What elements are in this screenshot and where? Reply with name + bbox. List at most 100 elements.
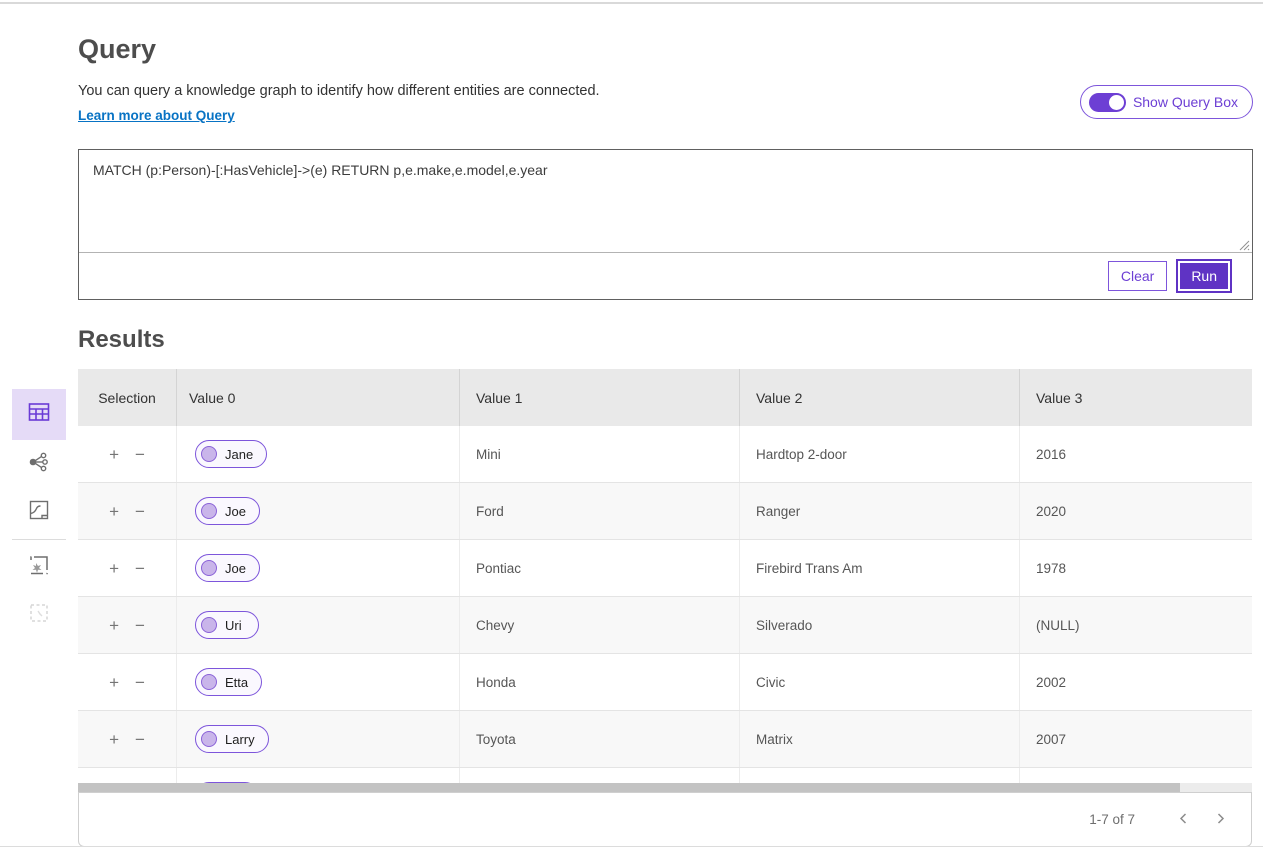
selection-cell: + −: [78, 597, 177, 653]
value1-cell: Mini: [460, 426, 740, 482]
page-title: Query: [78, 4, 1253, 65]
entity-cell: [177, 768, 460, 783]
link-chart-view-icon: [27, 450, 51, 479]
entity-name: Jane: [225, 447, 253, 462]
add-to-selection-button[interactable]: +: [109, 503, 119, 520]
horizontal-scrollbar[interactable]: [78, 783, 1252, 792]
value3-cell: 2016: [1020, 426, 1252, 482]
remove-from-selection-button[interactable]: −: [135, 503, 145, 520]
toggle-label: Show Query Box: [1133, 94, 1238, 110]
remove-from-selection-button[interactable]: −: [135, 674, 145, 691]
rail-divider: [12, 539, 66, 540]
query-page: Query You can query a knowledge graph to…: [0, 0, 1263, 847]
remove-from-selection-button[interactable]: −: [135, 446, 145, 463]
entity-node-icon: [201, 731, 217, 747]
value3-cell: (NULL): [1020, 597, 1252, 653]
previous-page-button[interactable]: [1169, 808, 1198, 832]
table-view-button[interactable]: [12, 389, 66, 440]
add-selection-to-map-button[interactable]: [12, 543, 66, 591]
main-content: Query You can query a knowledge graph to…: [78, 4, 1253, 847]
add-to-selection-button[interactable]: +: [109, 674, 119, 691]
table-row: + − Jane Mini Hardtop 2-door 2016: [78, 426, 1252, 483]
value2-cell: Matrix: [740, 711, 1020, 767]
entity-cell: Joe: [177, 540, 460, 596]
column-header-selection: Selection: [78, 369, 177, 426]
view-switcher-rail: [12, 389, 66, 639]
column-header-value0: Value 0: [177, 369, 460, 426]
entity-pill[interactable]: Etta: [195, 668, 262, 696]
value1-cell: Pontiac: [460, 540, 740, 596]
value2-cell: Hardtop 2-door: [740, 426, 1020, 482]
table-row: + −: [78, 768, 1252, 783]
entity-name: Joe: [225, 504, 246, 519]
selection-cell: + −: [78, 483, 177, 539]
value1-cell: Chevy: [460, 597, 740, 653]
value3-cell: 1978: [1020, 540, 1252, 596]
toggle-switch-icon[interactable]: [1089, 93, 1126, 112]
remove-from-selection-button[interactable]: −: [135, 731, 145, 748]
entity-node-icon: [201, 617, 217, 633]
run-button[interactable]: Run: [1178, 261, 1230, 291]
entity-node-icon: [201, 560, 217, 576]
entity-cell: Etta: [177, 654, 460, 710]
results-table-header: Selection Value 0 Value 1 Value 2 Value …: [78, 369, 1252, 426]
map-view-button[interactable]: [12, 488, 66, 536]
selection-cell: + −: [78, 654, 177, 710]
query-text: MATCH (p:Person)-[:HasVehicle]->(e) RETU…: [93, 162, 548, 178]
value2-cell: Firebird Trans Am: [740, 540, 1020, 596]
column-header-value2: Value 2: [740, 369, 1020, 426]
selection-cell: + −: [78, 768, 177, 783]
value2-cell: Civic: [740, 654, 1020, 710]
add-to-selection-button[interactable]: +: [109, 560, 119, 577]
map-view-icon: [27, 498, 51, 527]
table-row: + − Larry Toyota Matrix 2007: [78, 711, 1252, 768]
entity-name: Larry: [225, 732, 255, 747]
value2-cell: [740, 768, 1020, 783]
query-textarea[interactable]: MATCH (p:Person)-[:HasVehicle]->(e) RETU…: [79, 150, 1252, 253]
entity-pill[interactable]: Jane: [195, 440, 267, 468]
chevron-right-icon: [1214, 813, 1227, 828]
table-row: + − Etta Honda Civic 2002: [78, 654, 1252, 711]
results-rows: + − Jane Mini Hardtop 2-door 2016 + − Jo…: [78, 426, 1252, 783]
value2-cell: Ranger: [740, 483, 1020, 539]
entity-pill[interactable]: Uri: [195, 611, 259, 639]
add-to-selection-button[interactable]: +: [109, 731, 119, 748]
next-page-button[interactable]: [1206, 808, 1235, 832]
results-title: Results: [78, 326, 1253, 354]
remove-from-selection-button[interactable]: −: [135, 560, 145, 577]
show-query-box-toggle[interactable]: Show Query Box: [1080, 85, 1253, 119]
entity-node-icon: [201, 674, 217, 690]
entity-name: Etta: [225, 675, 248, 690]
entity-cell: Uri: [177, 597, 460, 653]
learn-more-link[interactable]: Learn more about Query: [78, 108, 235, 123]
table-row: + − Joe Pontiac Firebird Trans Am 1978: [78, 540, 1252, 597]
clear-button[interactable]: Clear: [1108, 261, 1167, 291]
entity-node-icon: [201, 503, 217, 519]
add-to-selection-button[interactable]: +: [109, 446, 119, 463]
page-description: You can query a knowledge graph to ident…: [78, 83, 1253, 99]
value2-cell: Silverado: [740, 597, 1020, 653]
entity-name: Uri: [225, 618, 242, 633]
table-row: + − Joe Ford Ranger 2020: [78, 483, 1252, 540]
entity-node-icon: [201, 446, 217, 462]
entity-pill[interactable]: Joe: [195, 497, 260, 525]
value3-cell: [1020, 768, 1252, 783]
remove-from-selection-button[interactable]: −: [135, 617, 145, 634]
chevron-left-icon: [1177, 813, 1190, 828]
add-selection-to-map-icon: [27, 553, 51, 582]
entity-pill[interactable]: Larry: [195, 725, 269, 753]
selection-button-disabled: [12, 591, 66, 639]
add-to-selection-button[interactable]: +: [109, 617, 119, 634]
value1-cell: Honda: [460, 654, 740, 710]
scrollbar-thumb[interactable]: [78, 783, 1180, 792]
selection-cell: + −: [78, 540, 177, 596]
link-chart-view-button[interactable]: [12, 440, 66, 488]
record-count: 1-7 of 7: [1089, 812, 1135, 827]
resize-grip-icon[interactable]: [1238, 238, 1250, 250]
query-box: MATCH (p:Person)-[:HasVehicle]->(e) RETU…: [78, 149, 1253, 300]
query-footer: Clear Run: [79, 253, 1252, 299]
table-view-icon: [27, 400, 51, 429]
entity-pill[interactable]: Joe: [195, 554, 260, 582]
entity-name: Joe: [225, 561, 246, 576]
entity-pill[interactable]: [195, 782, 259, 783]
